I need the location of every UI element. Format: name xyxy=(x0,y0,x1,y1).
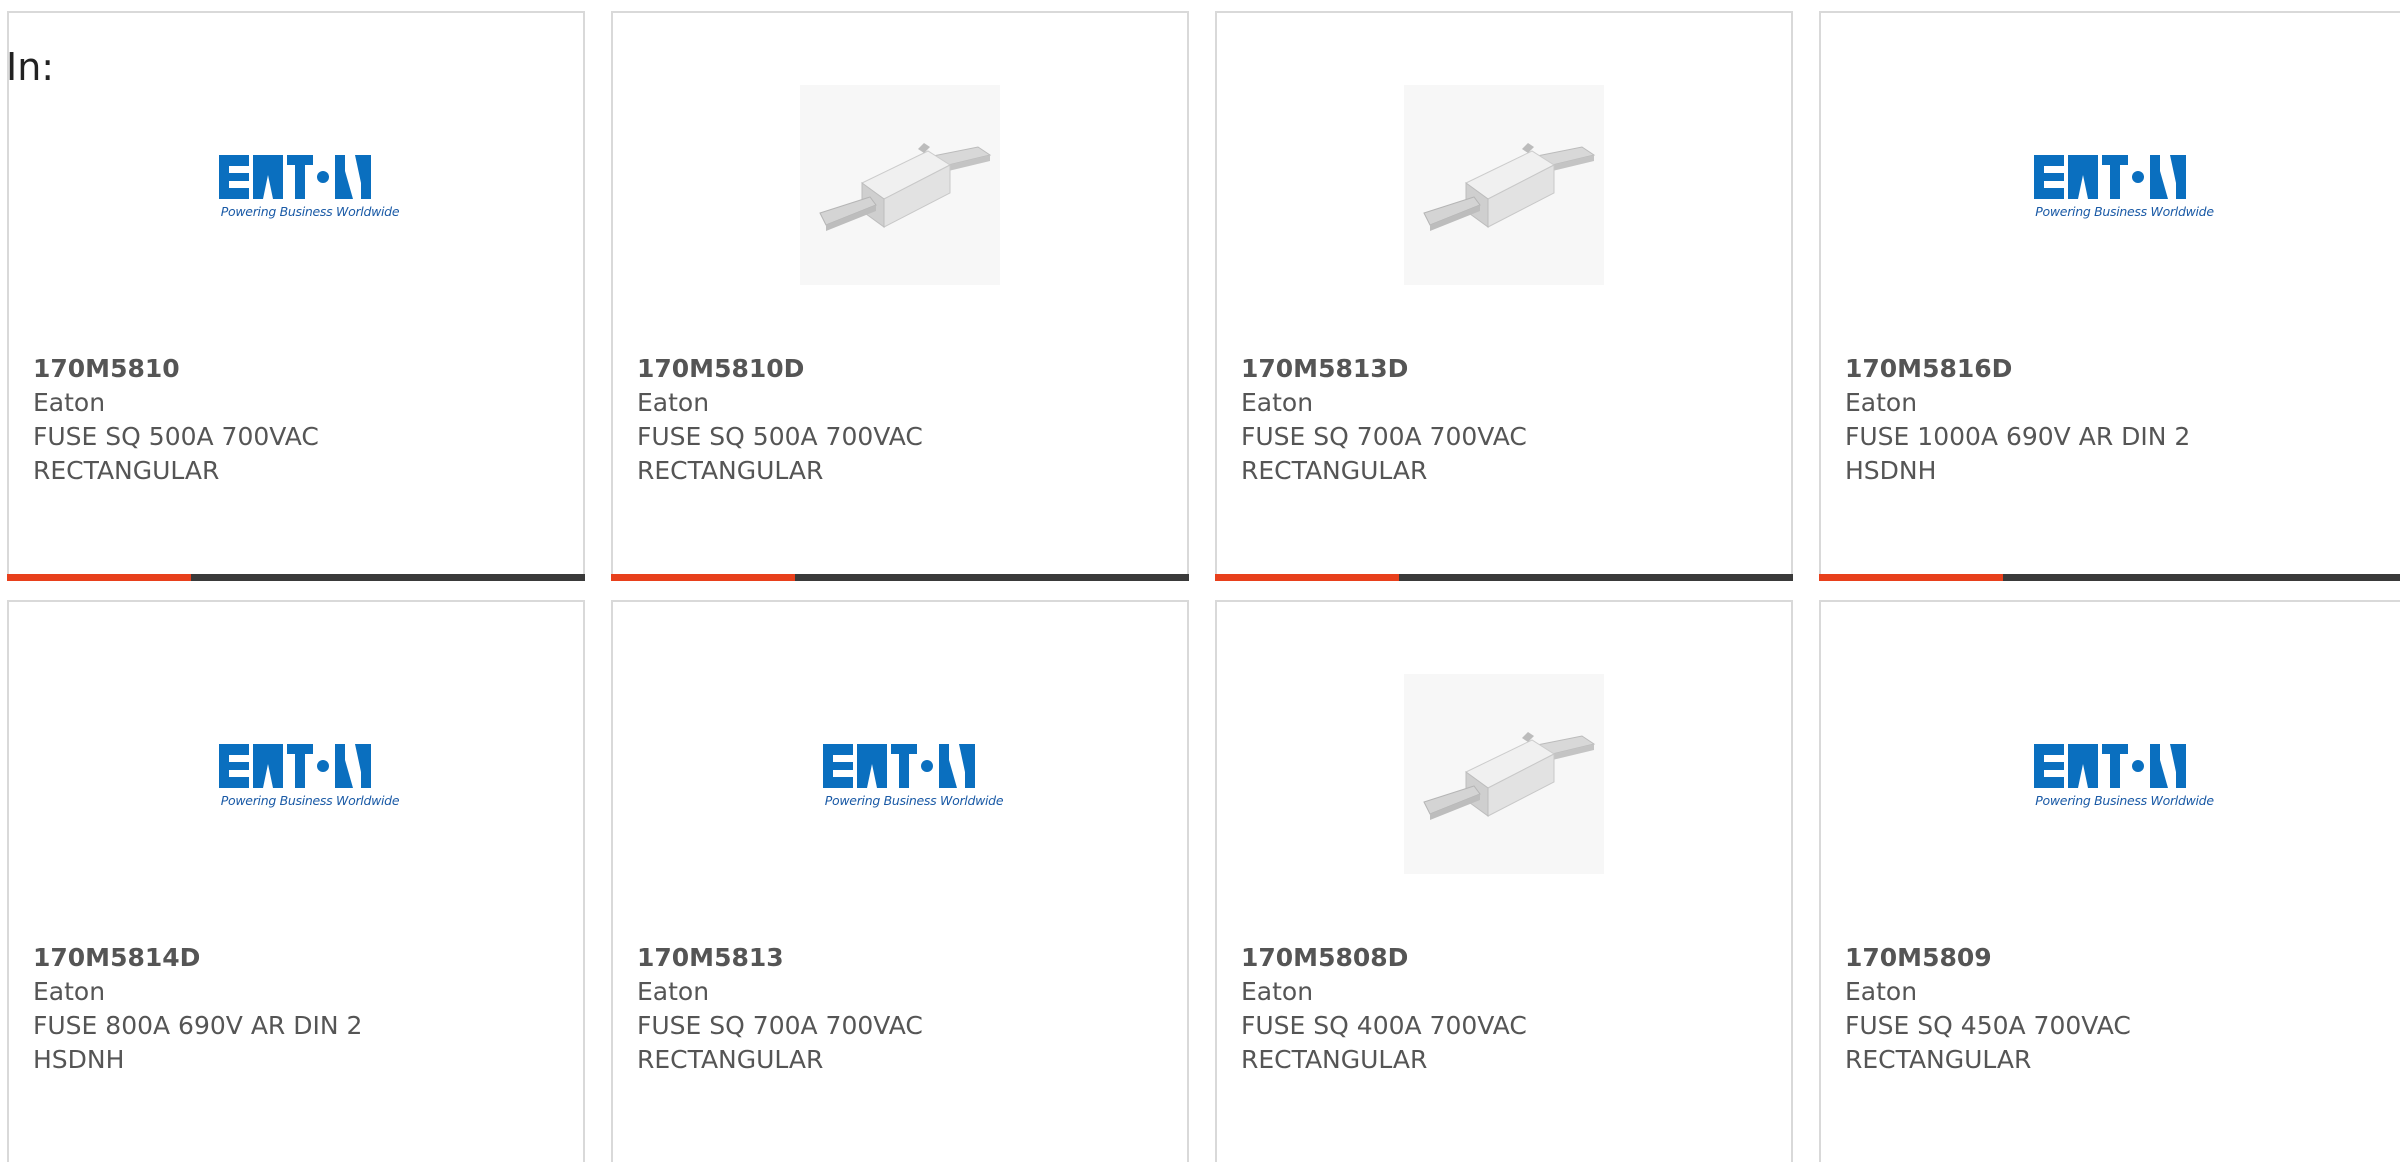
eaton-logo: Powering Business Worldwide xyxy=(194,152,400,219)
part-number: 170M5816D xyxy=(1845,354,2013,383)
product-image: Powering Business Worldwide xyxy=(194,85,400,285)
card-accent-bar xyxy=(1819,574,2003,581)
eaton-logo: Powering Business Worldwide xyxy=(2009,741,2214,808)
description-line-2: HSDNH xyxy=(33,1045,125,1074)
product-info: 170M5809 Eaton FUSE SQ 450A 700VAC RECTA… xyxy=(1845,941,2380,1077)
product-card[interactable]: Powering Business Worldwide 170M5813 Eat… xyxy=(611,600,1189,1162)
product-image xyxy=(798,85,1002,285)
description-line-2: RECTANGULAR xyxy=(637,456,824,485)
part-number: 170M5814D xyxy=(33,943,201,972)
manufacturer: Eaton xyxy=(1845,977,1918,1006)
part-number: 170M5810D xyxy=(637,354,805,383)
product-info: 170M5816D Eaton FUSE 1000A 690V AR DIN 2… xyxy=(1845,352,2380,488)
card-footer-bar xyxy=(611,574,1189,581)
manufacturer: Eaton xyxy=(637,977,710,1006)
card-accent-bar xyxy=(1215,574,1399,581)
card-accent-bar xyxy=(611,574,795,581)
fuse-photo xyxy=(1404,85,1604,285)
eaton-wordmark xyxy=(823,741,977,791)
description-line-1: FUSE 1000A 690V AR DIN 2 xyxy=(1845,422,2191,451)
product-image: Powering Business Worldwide xyxy=(798,674,1004,874)
part-number: 170M5809 xyxy=(1845,943,1992,972)
product-info: 170M5810 Eaton FUSE SQ 500A 700VAC RECTA… xyxy=(33,352,563,488)
fuse-photo xyxy=(1404,674,1604,874)
product-info: 170M5814D Eaton FUSE 800A 690V AR DIN 2 … xyxy=(33,941,563,1077)
description-line-1: FUSE SQ 500A 700VAC xyxy=(33,422,319,451)
card-accent-bar xyxy=(7,574,191,581)
part-number: 170M5808D xyxy=(1241,943,1409,972)
description-line-1: FUSE SQ 500A 700VAC xyxy=(637,422,923,451)
manufacturer: Eaton xyxy=(1241,977,1314,1006)
manufacturer: Eaton xyxy=(1241,388,1314,417)
product-grid: Powering Business Worldwide 170M5810 Eat… xyxy=(0,0,2400,1162)
description-line-2: RECTANGULAR xyxy=(1845,1045,2032,1074)
product-card[interactable]: 170M5808D Eaton FUSE SQ 400A 700VAC RECT… xyxy=(1215,600,1793,1162)
manufacturer: Eaton xyxy=(1845,388,1918,417)
card-footer-bar xyxy=(7,574,585,581)
description-line-1: FUSE SQ 700A 700VAC xyxy=(637,1011,923,1040)
filter-in-label: In: xyxy=(6,45,55,89)
manufacturer: Eaton xyxy=(33,977,106,1006)
description-line-1: FUSE SQ 400A 700VAC xyxy=(1241,1011,1527,1040)
manufacturer: Eaton xyxy=(637,388,710,417)
product-card[interactable]: Powering Business Worldwide 170M5816D Ea… xyxy=(1819,11,2400,581)
eaton-logo: Powering Business Worldwide xyxy=(194,741,400,808)
product-info: 170M5813D Eaton FUSE SQ 700A 700VAC RECT… xyxy=(1241,352,1771,488)
eaton-wordmark xyxy=(219,152,373,202)
product-image: Powering Business Worldwide xyxy=(2009,85,2214,285)
product-info: 170M5810D Eaton FUSE SQ 500A 700VAC RECT… xyxy=(637,352,1167,488)
description-line-2: RECTANGULAR xyxy=(1241,456,1428,485)
eaton-logo: Powering Business Worldwide xyxy=(2009,152,2214,219)
card-footer-bar xyxy=(1215,574,1793,581)
product-info: 170M5813 Eaton FUSE SQ 700A 700VAC RECTA… xyxy=(637,941,1167,1077)
eaton-logo: Powering Business Worldwide xyxy=(798,741,1004,808)
product-card[interactable]: Powering Business Worldwide 170M5809 Eat… xyxy=(1819,600,2400,1162)
product-image xyxy=(1402,85,1606,285)
description-line-1: FUSE SQ 450A 700VAC xyxy=(1845,1011,2131,1040)
product-image xyxy=(1402,674,1606,874)
card-footer-bar xyxy=(1819,574,2400,581)
product-card[interactable]: 170M5810D Eaton FUSE SQ 500A 700VAC RECT… xyxy=(611,11,1189,581)
eaton-tagline: Powering Business Worldwide xyxy=(2035,203,2214,219)
part-number: 170M5810 xyxy=(33,354,180,383)
product-image: Powering Business Worldwide xyxy=(194,674,400,874)
fuse-photo xyxy=(800,85,1000,285)
manufacturer: Eaton xyxy=(33,388,106,417)
eaton-wordmark xyxy=(219,741,373,791)
description-line-1: FUSE 800A 690V AR DIN 2 xyxy=(33,1011,363,1040)
eaton-tagline: Powering Business Worldwide xyxy=(2035,792,2214,808)
eaton-tagline: Powering Business Worldwide xyxy=(220,203,400,219)
description-line-2: RECTANGULAR xyxy=(1241,1045,1428,1074)
description-line-2: RECTANGULAR xyxy=(637,1045,824,1074)
product-info: 170M5808D Eaton FUSE SQ 400A 700VAC RECT… xyxy=(1241,941,1771,1077)
description-line-1: FUSE SQ 700A 700VAC xyxy=(1241,422,1527,451)
part-number: 170M5813 xyxy=(637,943,784,972)
eaton-wordmark xyxy=(2033,152,2188,202)
eaton-wordmark xyxy=(2033,741,2188,791)
eaton-tagline: Powering Business Worldwide xyxy=(220,792,400,808)
product-card[interactable]: Powering Business Worldwide 170M5810 Eat… xyxy=(7,11,585,581)
product-image: Powering Business Worldwide xyxy=(2009,674,2214,874)
part-number: 170M5813D xyxy=(1241,354,1409,383)
eaton-tagline: Powering Business Worldwide xyxy=(824,792,1004,808)
product-card[interactable]: 170M5813D Eaton FUSE SQ 700A 700VAC RECT… xyxy=(1215,11,1793,581)
description-line-2: RECTANGULAR xyxy=(33,456,220,485)
product-card[interactable]: Powering Business Worldwide 170M5814D Ea… xyxy=(7,600,585,1162)
description-line-2: HSDNH xyxy=(1845,456,1937,485)
